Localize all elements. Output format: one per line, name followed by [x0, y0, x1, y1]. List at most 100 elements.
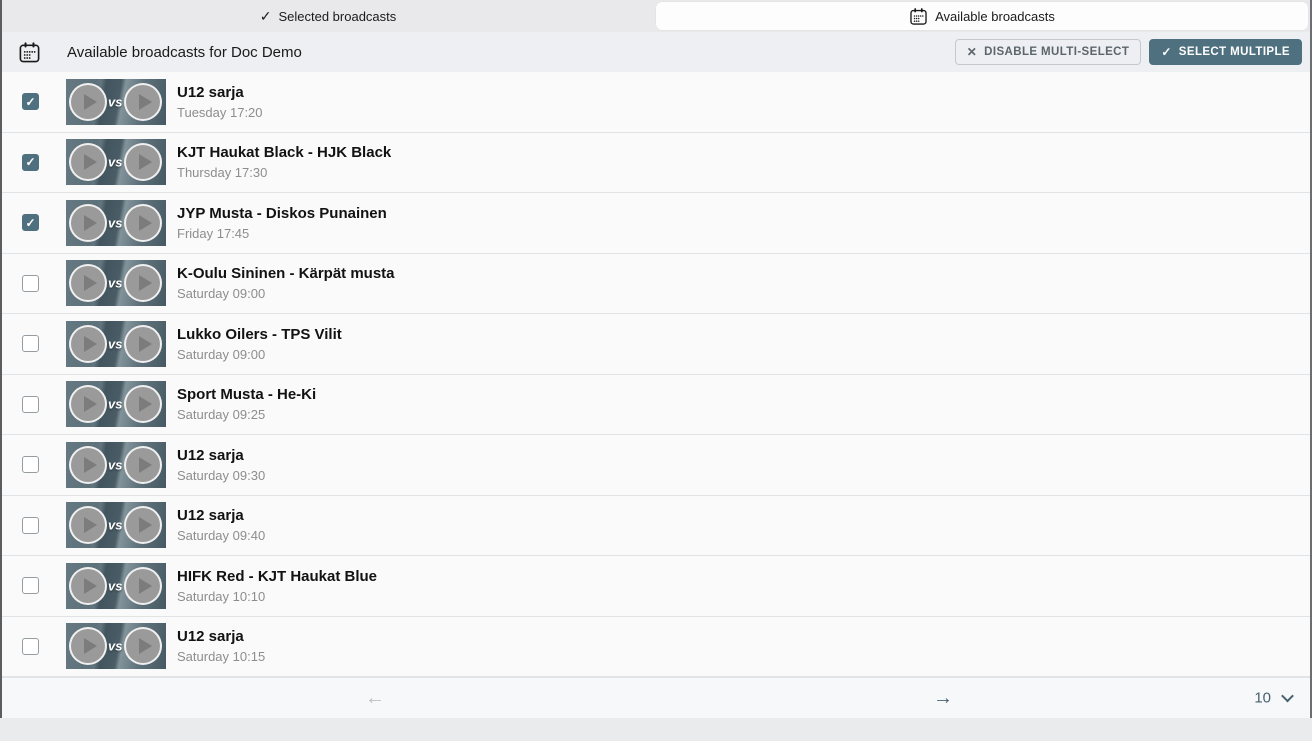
broadcast-thumbnail[interactable]: vs: [66, 442, 166, 488]
button-label: SELECT MULTIPLE: [1179, 46, 1290, 58]
checkbox-cell: [2, 396, 66, 413]
broadcast-thumbnail[interactable]: vs: [66, 563, 166, 609]
broadcast-title: Sport Musta - He-Ki: [177, 386, 316, 403]
broadcast-checkbox[interactable]: ✓: [22, 93, 39, 110]
play-icon: [124, 627, 162, 665]
play-icon: [69, 385, 107, 423]
play-icon: [124, 143, 162, 181]
page-size-select[interactable]: 10: [1254, 689, 1292, 706]
vs-label: vs: [108, 578, 122, 593]
button-label: DISABLE MULTI-SELECT: [984, 46, 1129, 58]
broadcast-checkbox[interactable]: [22, 577, 39, 594]
broadcast-checkbox[interactable]: ✓: [22, 214, 39, 231]
play-icon: [124, 83, 162, 121]
broadcast-row[interactable]: ✓ vs KJT Haukat Black - HJK Black Thursd…: [2, 133, 1310, 194]
broadcast-thumbnail[interactable]: vs: [66, 623, 166, 669]
broadcast-row[interactable]: ✓ vs U12 sarja Tuesday 17:20: [2, 72, 1310, 133]
vs-label: vs: [108, 94, 122, 109]
broadcast-meta: U12 sarja Saturday 10:15: [177, 628, 265, 664]
broadcast-thumbnail[interactable]: vs: [66, 79, 166, 125]
checkbox-cell: ✓: [2, 154, 66, 171]
broadcast-thumbnail[interactable]: vs: [66, 502, 166, 548]
broadcast-title: U12 sarja: [177, 507, 265, 524]
tab-available-broadcasts[interactable]: Available broadcasts: [656, 2, 1308, 30]
broadcast-thumbnail[interactable]: vs: [66, 321, 166, 367]
next-page-arrow-icon[interactable]: →: [933, 688, 953, 708]
calendar-icon: [909, 7, 928, 26]
broadcast-title: KJT Haukat Black - HJK Black: [177, 144, 391, 161]
broadcast-row[interactable]: vs K-Oulu Sininen - Kärpät musta Saturda…: [2, 254, 1310, 315]
broadcast-meta: Sport Musta - He-Ki Saturday 09:25: [177, 386, 316, 422]
broadcast-checkbox[interactable]: [22, 517, 39, 534]
checkbox-cell: [2, 275, 66, 292]
broadcast-row[interactable]: vs Sport Musta - He-Ki Saturday 09:25: [2, 375, 1310, 436]
chevron-down-icon: [1281, 689, 1294, 702]
broadcast-time: Saturday 09:40: [177, 528, 265, 543]
play-icon: [69, 627, 107, 665]
broadcast-checkbox[interactable]: [22, 275, 39, 292]
page-size-value: 10: [1254, 689, 1271, 706]
tab-label: Selected broadcasts: [278, 9, 396, 24]
x-icon: ✕: [967, 45, 977, 59]
broadcast-time: Saturday 09:30: [177, 468, 265, 483]
vs-label: vs: [108, 397, 122, 412]
broadcast-meta: Lukko Oilers - TPS Vilit Saturday 09:00: [177, 326, 342, 362]
header-actions: ✕ DISABLE MULTI-SELECT ✓ SELECT MULTIPLE: [955, 39, 1302, 65]
broadcast-row[interactable]: ✓ vs JYP Musta - Diskos Punainen Friday …: [2, 193, 1310, 254]
broadcast-title: HIFK Red - KJT Haukat Blue: [177, 568, 377, 585]
play-icon: [69, 143, 107, 181]
broadcast-row[interactable]: vs U12 sarja Saturday 10:15: [2, 617, 1310, 678]
vs-label: vs: [108, 457, 122, 472]
broadcast-meta: U12 sarja Saturday 09:30: [177, 447, 265, 483]
main-panel: ✓ Selected broadcasts Available broadcas…: [0, 0, 1312, 718]
broadcast-row[interactable]: vs HIFK Red - KJT Haukat Blue Saturday 1…: [2, 556, 1310, 617]
play-icon: [124, 385, 162, 423]
tab-selected-broadcasts[interactable]: ✓ Selected broadcasts: [2, 0, 654, 32]
broadcast-time: Saturday 09:00: [177, 286, 395, 301]
play-icon: [124, 506, 162, 544]
play-icon: [69, 325, 107, 363]
previous-page-arrow-icon[interactable]: ←: [365, 688, 385, 708]
page-header: Available broadcasts for Doc Demo ✕ DISA…: [2, 32, 1310, 72]
broadcast-title: K-Oulu Sininen - Kärpät musta: [177, 265, 395, 282]
play-icon: [124, 325, 162, 363]
page-title: Available broadcasts for Doc Demo: [67, 44, 302, 61]
broadcast-thumbnail[interactable]: vs: [66, 200, 166, 246]
broadcast-row[interactable]: vs U12 sarja Saturday 09:30: [2, 435, 1310, 496]
vs-label: vs: [108, 639, 122, 654]
broadcast-meta: KJT Haukat Black - HJK Black Thursday 17…: [177, 144, 391, 180]
broadcast-manager-window: ✓ Selected broadcasts Available broadcas…: [0, 0, 1312, 741]
play-icon: [69, 264, 107, 302]
broadcast-thumbnail[interactable]: vs: [66, 139, 166, 185]
broadcast-title: U12 sarja: [177, 84, 263, 101]
broadcast-thumbnail[interactable]: vs: [66, 260, 166, 306]
broadcast-time: Saturday 09:25: [177, 407, 316, 422]
broadcast-meta: U12 sarja Tuesday 17:20: [177, 84, 263, 120]
broadcast-checkbox[interactable]: [22, 638, 39, 655]
broadcast-meta: U12 sarja Saturday 09:40: [177, 507, 265, 543]
broadcast-checkbox[interactable]: [22, 456, 39, 473]
vs-label: vs: [108, 336, 122, 351]
checkbox-cell: ✓: [2, 93, 66, 110]
broadcast-meta: JYP Musta - Diskos Punainen Friday 17:45: [177, 205, 387, 241]
broadcast-time: Saturday 10:15: [177, 649, 265, 664]
broadcast-checkbox[interactable]: ✓: [22, 154, 39, 171]
check-icon: ✓: [260, 8, 272, 25]
broadcast-meta: HIFK Red - KJT Haukat Blue Saturday 10:1…: [177, 568, 377, 604]
checkbox-cell: [2, 335, 66, 352]
disable-multi-select-button[interactable]: ✕ DISABLE MULTI-SELECT: [955, 39, 1142, 65]
broadcast-time: Friday 17:45: [177, 226, 387, 241]
broadcast-checkbox[interactable]: [22, 396, 39, 413]
play-icon: [69, 506, 107, 544]
broadcast-meta: K-Oulu Sininen - Kärpät musta Saturday 0…: [177, 265, 395, 301]
vs-label: vs: [108, 155, 122, 170]
broadcast-list: ✓ vs U12 sarja Tuesday 17:20 ✓ vs KJT Ha…: [2, 72, 1310, 677]
broadcast-checkbox[interactable]: [22, 335, 39, 352]
broadcast-time: Tuesday 17:20: [177, 105, 263, 120]
select-multiple-button[interactable]: ✓ SELECT MULTIPLE: [1149, 39, 1302, 65]
broadcast-row[interactable]: vs U12 sarja Saturday 09:40: [2, 496, 1310, 557]
broadcast-row[interactable]: vs Lukko Oilers - TPS Vilit Saturday 09:…: [2, 314, 1310, 375]
broadcast-time: Saturday 09:00: [177, 347, 342, 362]
broadcast-thumbnail[interactable]: vs: [66, 381, 166, 427]
checkbox-cell: [2, 456, 66, 473]
